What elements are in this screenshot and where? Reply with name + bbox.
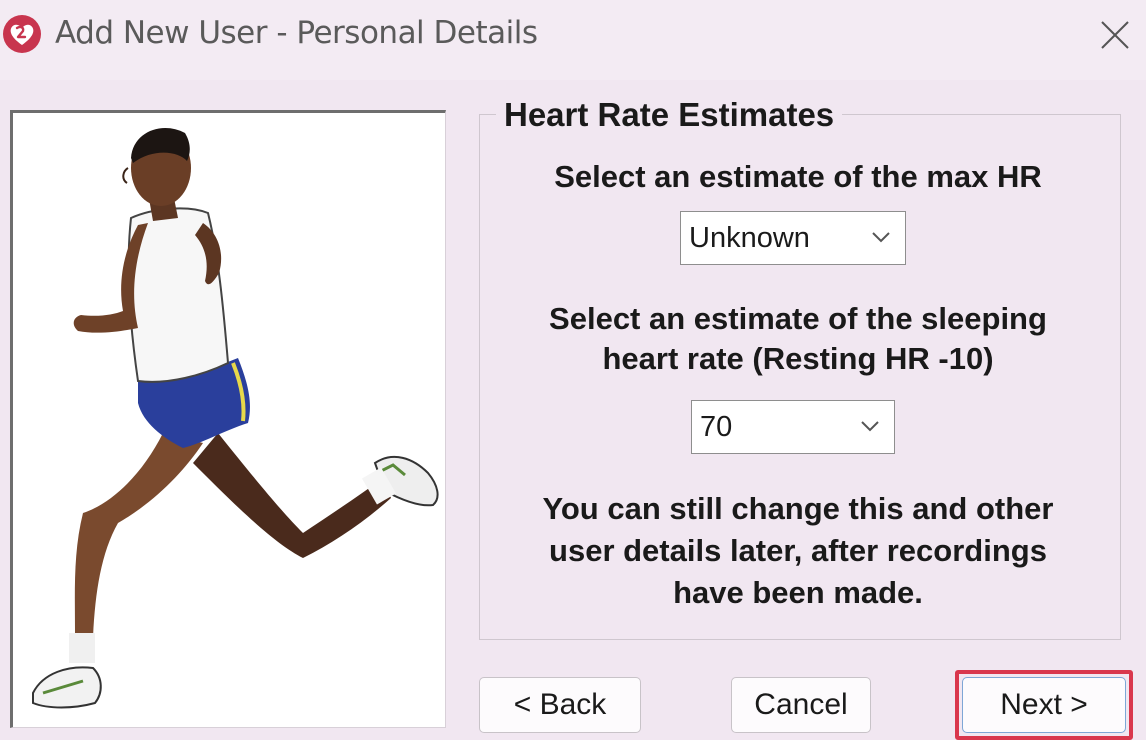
window-title: Add New User - Personal Details — [55, 15, 538, 51]
note-line1: You can still change this and other — [542, 491, 1054, 526]
chevron-down-icon — [861, 421, 879, 432]
groupbox-title: Heart Rate Estimates — [496, 96, 843, 134]
heart-logo-icon — [3, 15, 41, 53]
next-button-highlight — [955, 670, 1133, 740]
sleep-hr-value: 70 — [700, 411, 733, 443]
sleep-hr-label-line1: Select an estimate of the sleeping — [549, 301, 1047, 336]
max-hr-value: Unknown — [689, 222, 810, 254]
cancel-button[interactable]: Cancel — [731, 677, 871, 733]
note-line3: have been made. — [673, 575, 923, 610]
max-hr-label: Select an estimate of the max HR — [554, 159, 1042, 194]
sleep-hr-label-line2: heart rate (Resting HR -10) — [602, 341, 994, 376]
note-line2: user details later, after recordings — [549, 533, 1047, 568]
sleep-hr-dropdown[interactable]: 70 — [691, 400, 895, 454]
close-icon — [1101, 21, 1129, 49]
close-button[interactable] — [1092, 12, 1138, 58]
runner-illustration — [10, 110, 446, 728]
title-bar: Add New User - Personal Details — [0, 0, 1146, 72]
chevron-down-icon — [872, 232, 890, 243]
max-hr-dropdown[interactable]: Unknown — [680, 211, 906, 265]
back-button[interactable]: < Back — [479, 677, 641, 733]
runner-image — [32, 127, 439, 709]
